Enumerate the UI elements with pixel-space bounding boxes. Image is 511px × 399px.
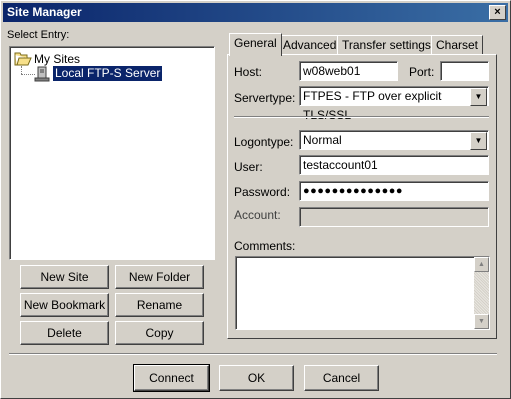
tab-transfer-settings[interactable]: Transfer settings: [337, 35, 436, 54]
new-folder-button[interactable]: New Folder: [115, 265, 204, 289]
host-label: Host:: [234, 65, 263, 79]
separator: [9, 353, 497, 355]
chevron-down-icon[interactable]: ▼: [470, 88, 487, 106]
servertype-select[interactable]: FTPES - FTP over explicit TLS/SSL ▼: [299, 86, 489, 122]
select-entry-label: Select Entry:: [7, 29, 70, 41]
tree-item-label: My Sites: [34, 52, 81, 66]
tree-item-label-selected: Local FTP-S Server: [53, 66, 163, 81]
server-icon: [34, 66, 50, 82]
logontype-label: Logontype:: [234, 135, 294, 149]
port-label: Port:: [409, 65, 435, 79]
rename-button[interactable]: Rename: [115, 293, 204, 317]
user-input[interactable]: testaccount01: [299, 155, 489, 175]
tree-connector: [21, 66, 22, 74]
comments-label: Comments:: [234, 239, 296, 253]
connect-button[interactable]: Connect: [133, 364, 210, 392]
host-input[interactable]: w08web01: [299, 61, 398, 81]
delete-button[interactable]: Delete: [20, 321, 109, 345]
site-tree[interactable]: My Sites Local FTP-S Server: [9, 46, 215, 260]
scrollbar[interactable]: ▲ ▼: [474, 257, 489, 329]
password-input[interactable]: ●●●●●●●●●●●●●●: [299, 181, 489, 201]
cancel-button[interactable]: Cancel: [304, 365, 379, 391]
folder-open-icon: [14, 52, 32, 66]
account-label: Account:: [234, 208, 281, 222]
tree-connector: [21, 74, 35, 75]
close-button[interactable]: ×: [489, 5, 506, 20]
title-bar[interactable]: Site Manager ×: [3, 3, 508, 22]
site-manager-window: Site Manager × Select Entry: My Sites Lo…: [0, 0, 511, 399]
close-icon: ×: [494, 6, 501, 18]
servertype-label: Servertype:: [234, 91, 296, 105]
new-site-button[interactable]: New Site: [20, 265, 109, 289]
account-input[interactable]: [299, 207, 489, 227]
port-input[interactable]: [440, 61, 489, 81]
tab-general[interactable]: General: [229, 33, 282, 56]
scroll-up-icon[interactable]: ▲: [474, 257, 489, 272]
password-label: Password:: [234, 185, 291, 199]
comments-textarea[interactable]: ▲ ▼: [235, 256, 490, 330]
tab-advanced[interactable]: Advanced: [278, 35, 342, 54]
chevron-down-icon[interactable]: ▼: [470, 132, 487, 150]
ok-button[interactable]: OK: [219, 365, 294, 391]
window-title: Site Manager: [7, 5, 82, 19]
user-label: User:: [234, 160, 263, 174]
tab-charset[interactable]: Charset: [431, 35, 484, 54]
new-bookmark-button[interactable]: New Bookmark: [20, 293, 109, 317]
logontype-select[interactable]: Normal ▼: [299, 130, 489, 150]
scroll-down-icon[interactable]: ▼: [474, 314, 489, 329]
copy-button[interactable]: Copy: [115, 321, 204, 345]
separator: [234, 116, 489, 118]
logontype-value: Normal: [303, 133, 342, 147]
